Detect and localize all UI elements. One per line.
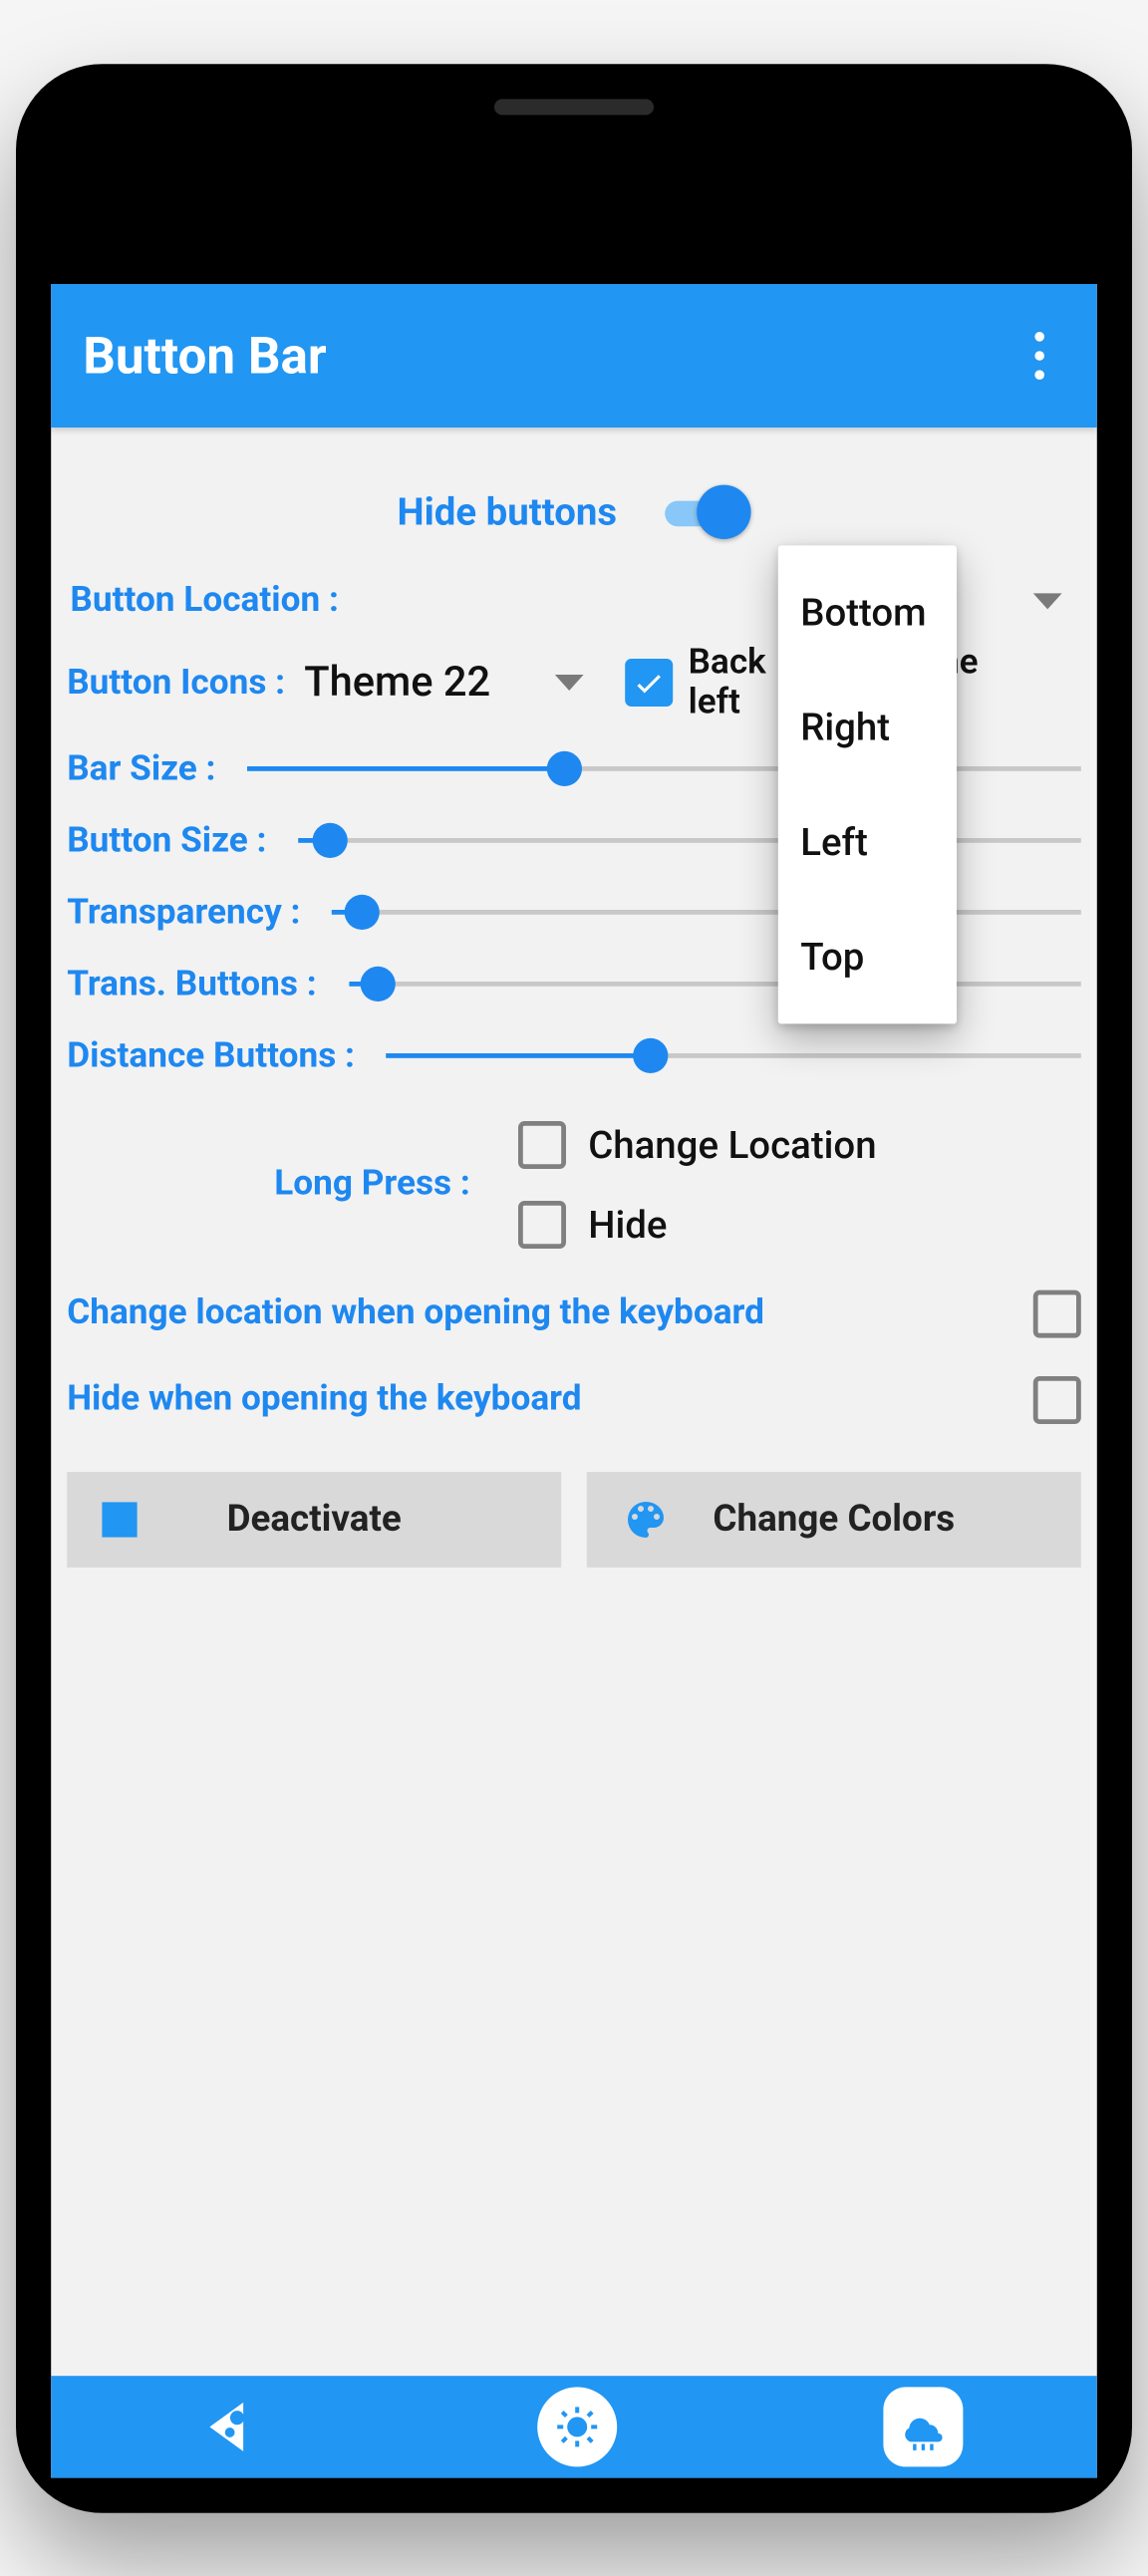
hide-buttons-label: Hide buttons: [397, 489, 617, 534]
lp-change-location-checkbox[interactable]: [518, 1120, 566, 1168]
lp-change-location-option[interactable]: Change Location: [518, 1120, 877, 1168]
kb-hide-label: Hide when opening the keyboard: [67, 1379, 581, 1419]
nav-back-button[interactable]: [184, 2384, 270, 2469]
device-frame: Button Bar Hide buttons Button Location …: [16, 64, 1132, 2513]
kb-change-location-row[interactable]: Change location when opening the keyboar…: [67, 1261, 1081, 1366]
content-area: Hide buttons Button Location : Button Ic…: [51, 427, 1097, 1585]
app-screen: Button Bar Hide buttons Button Location …: [51, 283, 1097, 2477]
nav-recent-button[interactable]: [884, 2387, 964, 2466]
distance-buttons-slider[interactable]: [387, 1039, 1081, 1071]
change-colors-label: Change Colors: [713, 1497, 955, 1540]
earpiece: [494, 99, 654, 115]
long-press-label: Long Press :: [274, 1164, 470, 1204]
trans-buttons-slider[interactable]: [349, 968, 1081, 1000]
chevron-down-icon: [554, 675, 583, 691]
lp-hide-checkbox[interactable]: [518, 1200, 566, 1248]
action-buttons: Deactivate Change Colors: [67, 1452, 1081, 1585]
menu-item-left[interactable]: Left: [778, 784, 957, 899]
button-icons-select[interactable]: Theme 22: [304, 659, 583, 707]
back-left-checkbox[interactable]: [625, 659, 673, 707]
kb-change-location-label: Change location when opening the keyboar…: [67, 1292, 764, 1332]
bar-size-label: Bar Size :: [67, 748, 215, 788]
menu-item-top[interactable]: Top: [778, 899, 957, 1013]
stop-icon: [102, 1501, 137, 1536]
nav-home-button[interactable]: [537, 2387, 617, 2466]
lp-hide-label: Hide: [588, 1201, 667, 1246]
kb-hide-row[interactable]: Hide when opening the keyboard: [67, 1365, 1081, 1451]
transparency-label: Transparency :: [67, 892, 300, 932]
appbar: Button Bar: [51, 283, 1097, 427]
button-size-label: Button Size :: [67, 820, 266, 860]
kb-hide-checkbox[interactable]: [1033, 1375, 1081, 1423]
button-location-menu: Bottom Right Left Top: [778, 545, 957, 1023]
button-icons-label: Button Icons :: [67, 663, 285, 703]
chevron-down-icon: [1033, 592, 1062, 608]
button-size-slider[interactable]: [298, 824, 1080, 856]
distance-buttons-label: Distance Buttons :: [67, 1035, 355, 1075]
transparency-slider[interactable]: [333, 896, 1081, 928]
lp-change-location-label: Change Location: [588, 1121, 876, 1166]
palette-icon: [622, 1495, 670, 1543]
deactivate-label: Deactivate: [227, 1497, 402, 1540]
bottom-nav: [51, 2376, 1097, 2477]
distance-buttons-row: Distance Buttons :: [67, 1019, 1081, 1091]
overflow-menu-button[interactable]: [1014, 323, 1065, 387]
app-title: Button Bar: [83, 325, 1013, 386]
menu-item-right[interactable]: Right: [778, 670, 957, 784]
change-colors-button[interactable]: Change Colors: [587, 1471, 1081, 1567]
kb-change-location-checkbox[interactable]: [1033, 1288, 1081, 1336]
lp-hide-option[interactable]: Hide: [518, 1200, 877, 1248]
menu-item-bottom[interactable]: Bottom: [778, 555, 957, 670]
trans-buttons-label: Trans. Buttons :: [67, 964, 316, 1003]
deactivate-button[interactable]: Deactivate: [67, 1471, 561, 1567]
long-press-row: Long Press : Change Location Hide: [67, 1091, 1081, 1261]
button-icons-value: Theme 22: [304, 659, 490, 707]
hide-buttons-switch[interactable]: [665, 484, 750, 538]
button-location-label: Button Location :: [67, 580, 339, 620]
